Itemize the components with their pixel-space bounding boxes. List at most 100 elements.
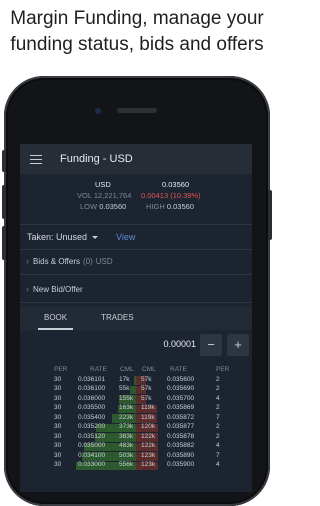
decrease-precision-button[interactable]: − bbox=[200, 334, 222, 356]
ask-cml: 57k bbox=[141, 394, 152, 402]
header-bid-cml: CML bbox=[120, 366, 134, 373]
header-ask-cml: CML bbox=[142, 366, 156, 373]
ask-per: 2 bbox=[216, 375, 220, 383]
ask-rate: 0.035690 bbox=[167, 385, 195, 392]
ticker-volume: VOL 12,221,764 bbox=[77, 191, 131, 200]
increase-precision-button[interactable]: + bbox=[227, 334, 249, 356]
ask-per: 2 bbox=[216, 432, 220, 440]
ask-per: 7 bbox=[216, 413, 220, 421]
bid-per: 30 bbox=[54, 394, 62, 402]
bid-rate: 0.034100 bbox=[78, 451, 106, 459]
tab-book[interactable]: BOOK bbox=[37, 306, 74, 330]
ask-per: 7 bbox=[216, 451, 220, 459]
order-book-row[interactable]: 30 0.036000 155k 57k 0.035700 4 bbox=[20, 395, 252, 405]
ticker-high: HIGH 0.03560 bbox=[146, 202, 194, 211]
ask-rate: 0.035890 bbox=[167, 451, 195, 459]
taken-dropdown[interactable]: Taken: Unused bbox=[27, 232, 87, 242]
chevron-right-icon: › bbox=[26, 284, 29, 294]
precision-value: 0.00001 bbox=[163, 339, 196, 349]
headline: Margin Funding, manage your funding stat… bbox=[0, 6, 274, 58]
volume-label: VOL bbox=[77, 191, 92, 200]
bid-per: 30 bbox=[54, 404, 62, 411]
ask-rate: 0.035872 bbox=[167, 413, 195, 421]
ask-cml: 120k bbox=[141, 423, 156, 430]
low-value: 0.03560 bbox=[99, 202, 127, 211]
order-book-rows: 30 0.036101 17k 57k 0.035600 2 30 0.036100 55k 57… bbox=[20, 376, 252, 471]
ask-cml: 119k bbox=[141, 413, 155, 421]
order-book-row[interactable]: 30 0.033000 556k 123k 0.035900 4 bbox=[20, 461, 252, 471]
bid-cml: 17k bbox=[119, 375, 130, 383]
order-book: PER RATE CML CML RATE PER 30 0.036101 17k 5… bbox=[20, 366, 252, 471]
header-bid-per: PER bbox=[54, 366, 68, 373]
bid-rate: 0.035120 bbox=[78, 432, 106, 440]
header-bid-rate: RATE bbox=[90, 366, 107, 373]
ask-cml: 57k bbox=[141, 375, 152, 383]
ask-per: 2 bbox=[216, 404, 220, 411]
ask-cml: 122k bbox=[141, 442, 156, 449]
order-book-row[interactable]: 30 0.036100 55k 57k 0.035690 2 bbox=[20, 385, 252, 395]
phone-side-button bbox=[2, 150, 6, 172]
bid-per: 30 bbox=[54, 451, 62, 459]
bid-cml: 155k bbox=[119, 394, 134, 402]
ask-rate: 0.035877 bbox=[167, 423, 195, 430]
bids-offers-label: Bids & Offers bbox=[33, 256, 80, 266]
header-ask-rate: RATE bbox=[170, 366, 187, 373]
bid-per: 30 bbox=[54, 461, 62, 468]
ask-per: 4 bbox=[216, 394, 220, 402]
ask-rate: 0.035900 bbox=[167, 461, 195, 468]
bid-per: 30 bbox=[54, 413, 62, 421]
order-book-row[interactable]: 30 0.035500 163k 119k 0.035869 2 bbox=[20, 404, 252, 414]
tab-trades[interactable]: TRADES bbox=[101, 306, 133, 330]
precision-stepper: 0.00001 − + bbox=[20, 332, 252, 358]
ask-rate: 0.035700 bbox=[167, 394, 195, 402]
order-book-row[interactable]: 30 0.034100 503k 123k 0.035890 7 bbox=[20, 452, 252, 462]
bid-rate: 0.035200 bbox=[78, 423, 106, 430]
phone-volume-up-button bbox=[2, 185, 6, 219]
headline-line-1: Margin Funding, manage your bbox=[10, 8, 264, 29]
high-label: HIGH bbox=[146, 202, 165, 211]
bid-per: 30 bbox=[54, 423, 62, 430]
app-title: Funding - USD bbox=[60, 153, 133, 165]
bid-rate: 0.033000 bbox=[78, 461, 106, 468]
view-link[interactable]: View bbox=[116, 232, 135, 242]
headline-line-2: funding status, bids and offers bbox=[10, 34, 264, 55]
taken-bar: Taken: Unused View bbox=[20, 224, 252, 250]
ask-cml: 122k bbox=[141, 432, 156, 440]
order-book-row[interactable]: 30 0.035120 383k 122k 0.035878 2 bbox=[20, 433, 252, 443]
bid-per: 30 bbox=[54, 432, 62, 440]
phone-power-button bbox=[268, 190, 272, 240]
bid-rate: 0.036000 bbox=[78, 394, 106, 402]
chevron-down-icon[interactable] bbox=[92, 235, 99, 239]
ask-per: 2 bbox=[216, 423, 220, 430]
bid-cml: 223k bbox=[119, 413, 134, 421]
order-book-row[interactable]: 30 0.035200 373k 120k 0.035877 2 bbox=[20, 423, 252, 433]
new-bid-offer-label: New Bid/Offer bbox=[33, 284, 83, 294]
ask-cml: 123k bbox=[141, 461, 156, 468]
app-bar: Funding - USD bbox=[20, 144, 252, 174]
phone-volume-down-button bbox=[2, 226, 6, 260]
new-bid-offer-section[interactable]: › New Bid/Offer bbox=[20, 276, 252, 303]
bid-cml: 55k bbox=[119, 385, 130, 392]
ticker-currency: USD bbox=[95, 180, 111, 189]
ask-rate: 0.035869 bbox=[167, 404, 195, 411]
bid-cml: 503k bbox=[119, 451, 134, 459]
bids-offers-section[interactable]: › Bids & Offers (0) USD bbox=[20, 248, 252, 275]
bid-rate: 0.036100 bbox=[78, 385, 106, 392]
phone-speaker bbox=[117, 108, 157, 113]
menu-icon[interactable] bbox=[30, 154, 42, 164]
order-book-row[interactable]: 30 0.035000 483k 122k 0.035882 4 bbox=[20, 442, 252, 452]
bid-cml: 163k bbox=[119, 404, 134, 411]
book-tabs: BOOK TRADES bbox=[20, 306, 252, 330]
chevron-right-icon: › bbox=[26, 256, 29, 266]
bid-rate: 0.036101 bbox=[78, 375, 106, 383]
order-book-row[interactable]: 30 0.035400 223k 119k 0.035872 7 bbox=[20, 414, 252, 424]
low-label: LOW bbox=[80, 202, 98, 211]
ask-per: 2 bbox=[216, 385, 220, 392]
app-screen: Funding - USD USD 0.03560 VOL 12,221,764… bbox=[20, 144, 252, 492]
order-book-row[interactable]: 30 0.036101 17k 57k 0.035600 2 bbox=[20, 376, 252, 386]
ask-cml: 119k bbox=[141, 404, 155, 411]
bid-per: 30 bbox=[54, 442, 62, 449]
ask-rate: 0.035878 bbox=[167, 432, 195, 440]
bids-offers-count: (0) bbox=[82, 256, 93, 266]
bid-cml: 483k bbox=[119, 442, 134, 449]
